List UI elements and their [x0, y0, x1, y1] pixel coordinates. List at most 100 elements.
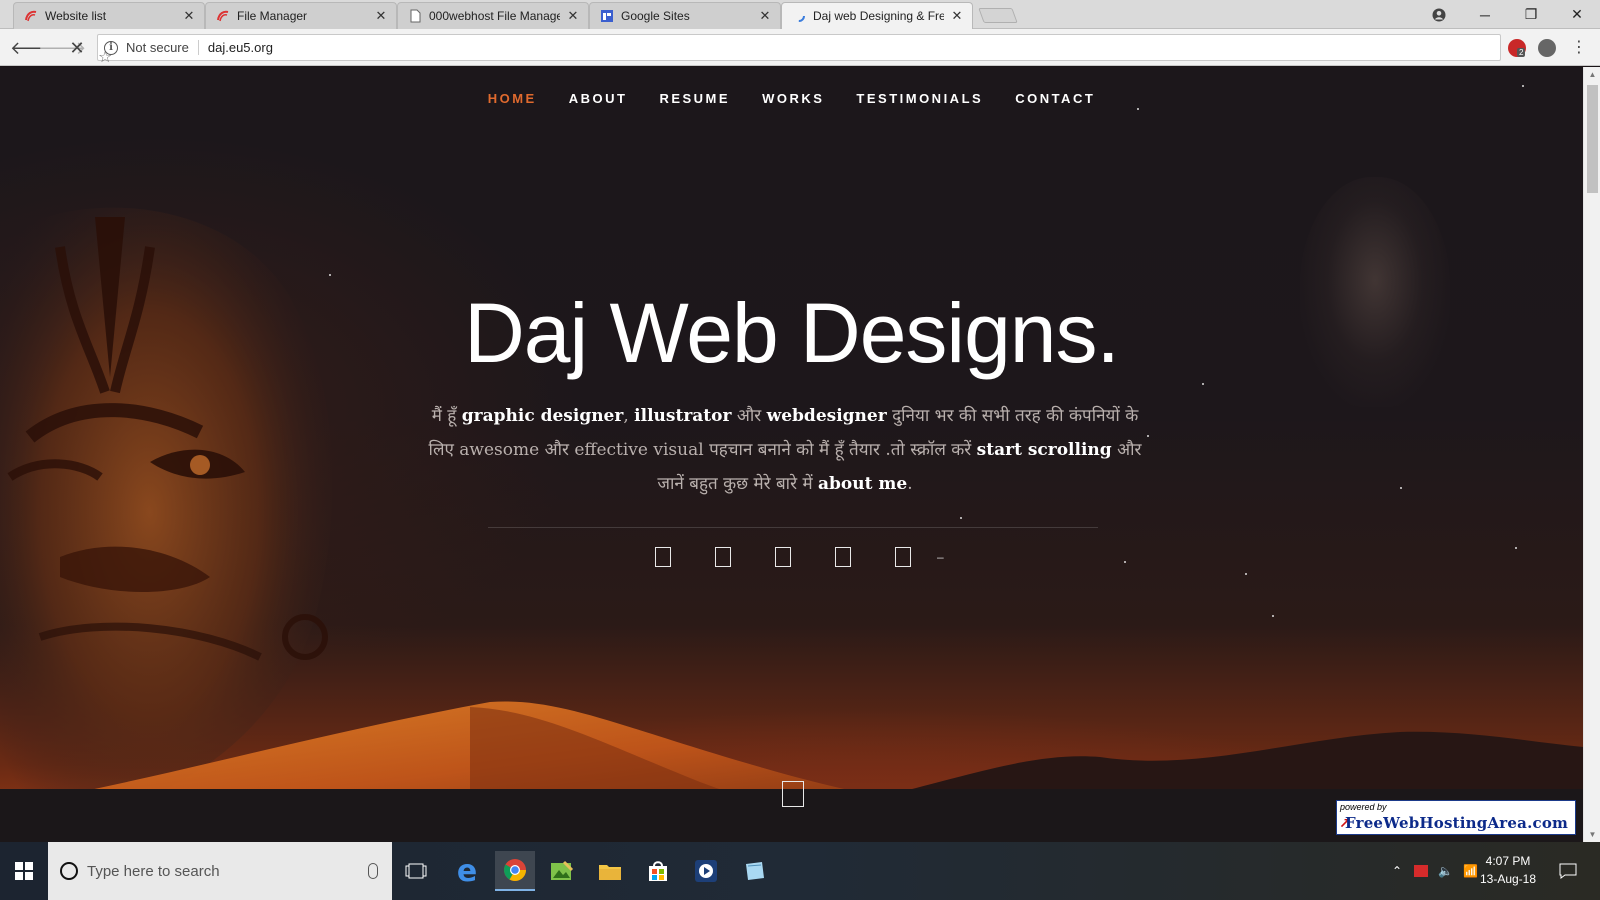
- tab-website-list[interactable]: Website list ✕: [13, 2, 205, 29]
- wifi-icon[interactable]: 📶: [1463, 864, 1478, 878]
- file-explorer-icon[interactable]: [590, 851, 630, 891]
- social-icon-placeholder[interactable]: [655, 547, 671, 567]
- windows-start-icon[interactable]: [0, 842, 48, 900]
- intro-highlight: graphic designer: [461, 406, 624, 426]
- intro-text: मैं हूँ: [431, 406, 462, 426]
- star-dot: [1400, 487, 1402, 489]
- task-view-icon[interactable]: [396, 851, 436, 891]
- restore-icon[interactable]: ❐: [1508, 0, 1554, 29]
- star-dot: [1522, 85, 1524, 87]
- stop-loading-icon[interactable]: ✕: [66, 37, 88, 59]
- security-label: Not secure: [126, 40, 199, 55]
- tab-google-sites[interactable]: Google Sites ✕: [589, 2, 781, 29]
- volume-icon[interactable]: 🔈: [1438, 864, 1453, 878]
- intro-highlight: webdesigner: [766, 406, 887, 426]
- microphone-icon[interactable]: [368, 863, 378, 879]
- tab-daj-web-designing[interactable]: Daj web Designing & Fre ✕: [781, 2, 973, 29]
- action-center-icon[interactable]: [1548, 851, 1588, 891]
- page-icon: [410, 9, 421, 23]
- windows-taskbar: Type here to search e ⌃ 🔈 📶 4:07 PM 13-A…: [0, 842, 1600, 900]
- intro-text: और: [731, 406, 767, 426]
- scrollbar-thumb[interactable]: [1587, 85, 1598, 193]
- google-sites-icon: [601, 10, 613, 22]
- window-close-icon[interactable]: ✕: [1554, 0, 1600, 29]
- cortana-icon: [60, 862, 78, 880]
- nav-about[interactable]: ABOUT: [553, 91, 644, 106]
- back-arrow-icon[interactable]: 🡐: [10, 37, 58, 59]
- social-dash-icon: –: [937, 550, 944, 564]
- intro-highlight: start scrolling: [976, 440, 1112, 460]
- close-icon[interactable]: ✕: [374, 8, 388, 24]
- new-tab-button[interactable]: [978, 8, 1018, 23]
- menu-dots-icon[interactable]: ⋮: [1568, 37, 1590, 59]
- clock-time: 4:07 PM: [1485, 854, 1531, 868]
- nav-resume[interactable]: RESUME: [643, 91, 746, 106]
- chevron-up-icon[interactable]: ⌃: [1392, 864, 1402, 878]
- webhost-icon: [217, 10, 229, 22]
- hero-intro-text: मैं हूँ graphic designer, illustrator और…: [425, 399, 1145, 501]
- host-badge[interactable]: powered by ↗ FreeWebHostingArea.com: [1336, 800, 1576, 835]
- close-icon[interactable]: ✕: [758, 8, 772, 24]
- page-viewport: HOME ABOUT RESUME WORKS TESTIMONIALS CON…: [0, 67, 1583, 842]
- host-badge-powered: powered by: [1340, 802, 1387, 812]
- photo-editor-icon[interactable]: [542, 851, 582, 891]
- minimize-icon[interactable]: ─: [1462, 0, 1508, 29]
- tab-title: Google Sites: [621, 9, 690, 23]
- bookmark-star-icon[interactable]: ☆: [98, 46, 112, 66]
- chrome-browser-icon[interactable]: [495, 851, 535, 891]
- clock-date: 13-Aug-18: [1479, 872, 1537, 886]
- close-icon[interactable]: ✕: [950, 8, 964, 24]
- scroll-up-icon[interactable]: ▲: [1584, 67, 1600, 82]
- loading-icon: [793, 10, 805, 22]
- edge-browser-icon[interactable]: e: [447, 851, 487, 891]
- extension-icon[interactable]: [1538, 39, 1556, 57]
- tab-000webhost-file-manager[interactable]: 000webhost File Manage ✕: [397, 2, 589, 29]
- nav-testimonials[interactable]: TESTIMONIALS: [840, 91, 999, 106]
- star-dot: [1515, 547, 1517, 549]
- scroll-down-arrow-icon[interactable]: ▼: [1584, 827, 1600, 842]
- close-icon[interactable]: ✕: [566, 8, 580, 24]
- host-badge-name: FreeWebHostingArea.com: [1345, 814, 1569, 832]
- scroll-down-icon[interactable]: [782, 781, 804, 807]
- nav-home[interactable]: HOME: [472, 91, 553, 106]
- close-icon[interactable]: ✕: [182, 8, 196, 24]
- intro-highlight: illustrator: [634, 406, 732, 426]
- notes-app-icon[interactable]: [734, 851, 774, 891]
- webhost-icon: [25, 10, 37, 22]
- extension-badge: 2: [1517, 48, 1526, 57]
- browser-toolbar: 🡐 🡒 ✕ i Not secure daj.eu5.org ☆ 2 ⋮: [0, 29, 1600, 66]
- tab-file-manager[interactable]: File Manager ✕: [205, 2, 397, 29]
- star-dot: [1137, 108, 1139, 110]
- star-dot: [1202, 383, 1204, 385]
- profile-icon[interactable]: [1416, 0, 1462, 29]
- store-icon[interactable]: [638, 851, 678, 891]
- taskbar-search-box[interactable]: Type here to search: [48, 842, 392, 900]
- star-dot: [960, 517, 962, 519]
- star-dot: [1245, 573, 1247, 575]
- social-icon-placeholder[interactable]: [895, 547, 911, 567]
- url-text[interactable]: daj.eu5.org: [208, 40, 273, 55]
- page-scrollbar[interactable]: ▲ ▼: [1583, 67, 1600, 842]
- social-icon-placeholder[interactable]: [835, 547, 851, 567]
- forward-arrow-icon[interactable]: 🡒: [38, 37, 86, 59]
- media-app-icon[interactable]: [686, 851, 726, 891]
- nav-contact[interactable]: CONTACT: [999, 91, 1111, 106]
- network-alert-icon[interactable]: [1414, 865, 1429, 877]
- site-navigation: HOME ABOUT RESUME WORKS TESTIMONIALS CON…: [0, 91, 1583, 106]
- social-icon-placeholder[interactable]: [715, 547, 731, 567]
- star-dot: [1272, 615, 1274, 617]
- intro-highlight: about me: [818, 474, 908, 494]
- address-bar[interactable]: i Not secure daj.eu5.org ☆: [97, 34, 1501, 66]
- system-tray: ⌃ 🔈 📶: [1392, 842, 1488, 900]
- tab-title: Daj web Designing & Fre: [813, 9, 944, 23]
- tab-title: 000webhost File Manage: [429, 9, 560, 23]
- tab-title: Website list: [45, 9, 107, 23]
- hero-title: Daj Web Designs.: [464, 286, 1120, 380]
- search-placeholder: Type here to search: [87, 862, 220, 880]
- intro-text: ,: [623, 406, 635, 426]
- nav-works[interactable]: WORKS: [746, 91, 840, 106]
- social-links: –: [655, 547, 944, 567]
- taskbar-clock[interactable]: 4:07 PM 13-Aug-18: [1478, 852, 1538, 888]
- social-icon-placeholder[interactable]: [775, 547, 791, 567]
- adblock-extension-icon[interactable]: 2: [1508, 39, 1526, 57]
